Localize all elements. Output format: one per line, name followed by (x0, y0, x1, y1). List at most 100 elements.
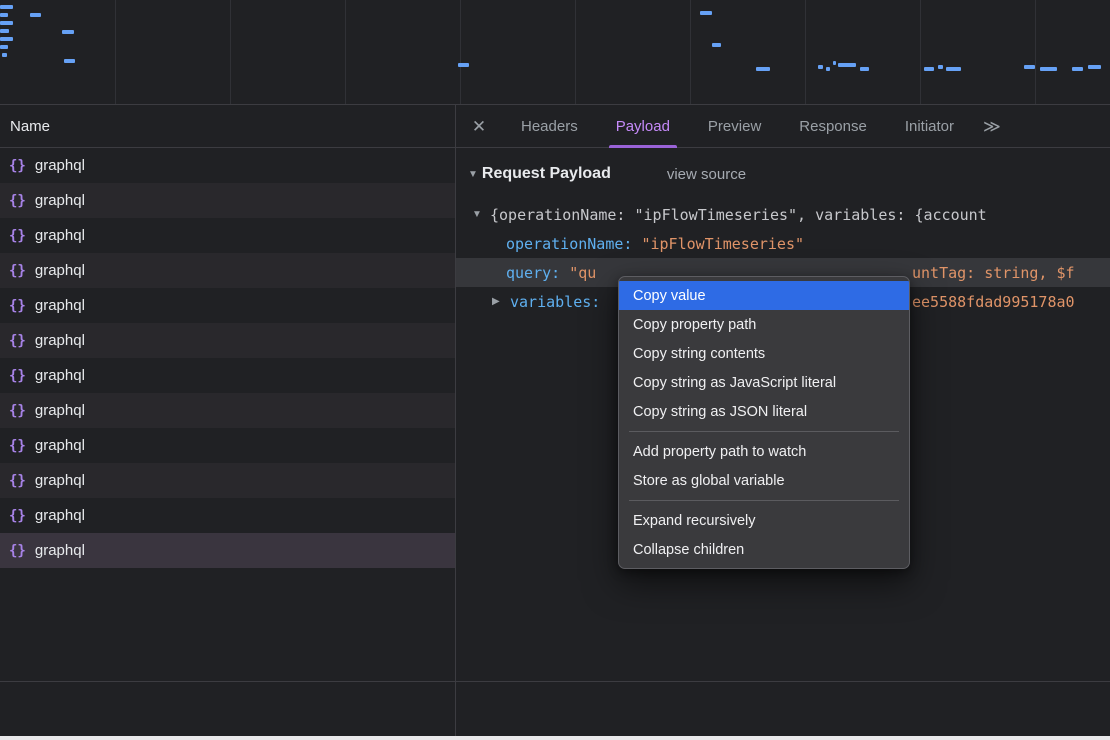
view-source-link[interactable]: view source (667, 166, 746, 183)
request-timing-bar (0, 45, 8, 49)
property-key: query: (506, 264, 560, 282)
request-timing-bar (946, 67, 961, 71)
json-braces-icon: {} (9, 228, 26, 244)
request-name-label: graphql (35, 402, 85, 419)
timeline-gridline (230, 0, 231, 104)
network-request-row[interactable]: {} graphql (0, 183, 455, 218)
network-request-row[interactable]: {} graphql (0, 533, 455, 568)
network-request-row[interactable]: {} graphql (0, 358, 455, 393)
property-key: variables: (510, 293, 600, 311)
request-timing-bar (700, 11, 712, 15)
menu-separator (629, 500, 899, 501)
timeline-gridline (575, 0, 576, 104)
devtools-network-panel: Name ✕ HeadersPayloadPreviewResponseInit… (0, 0, 1110, 740)
request-name-label: graphql (35, 542, 85, 559)
window-bottom-edge (0, 736, 1110, 740)
footer-area (0, 682, 1110, 736)
json-braces-icon: {} (9, 263, 26, 279)
menu-item-store-as-global-variable[interactable]: Store as global variable (619, 466, 909, 495)
json-braces-icon: {} (9, 473, 26, 489)
request-timing-bar (0, 37, 13, 41)
tab-items: HeadersPayloadPreviewResponseInitiator (502, 105, 973, 148)
tab-initiator[interactable]: Initiator (886, 105, 973, 148)
request-timing-bar (1040, 67, 1057, 71)
request-name-label: graphql (35, 227, 85, 244)
json-braces-icon: {} (9, 543, 26, 559)
menu-item-copy-string-as-json-literal[interactable]: Copy string as JSON literal (619, 397, 909, 426)
timeline-gridline (345, 0, 346, 104)
request-name-label: graphql (35, 437, 85, 454)
request-name-label: graphql (35, 157, 85, 174)
spacer (560, 264, 569, 282)
request-timing-bar (64, 59, 75, 63)
request-name-label: graphql (35, 262, 85, 279)
menu-item-copy-string-contents[interactable]: Copy string contents (619, 339, 909, 368)
network-request-row[interactable]: {} graphql (0, 148, 455, 183)
menu-item-copy-string-as-javascript-literal[interactable]: Copy string as JavaScript literal (619, 368, 909, 397)
menu-item-add-property-path-to-watch[interactable]: Add property path to watch (619, 437, 909, 466)
request-timing-bar (0, 29, 9, 33)
tab-headers[interactable]: Headers (502, 105, 597, 148)
detail-tab-bar: ✕ HeadersPayloadPreviewResponseInitiator… (456, 105, 1110, 148)
context-menu: Copy valueCopy property pathCopy string … (618, 276, 910, 569)
property-value-fragment: untTag: string, $f (912, 258, 1075, 287)
request-timing-bar (938, 65, 943, 69)
network-request-row[interactable]: {} graphql (0, 463, 455, 498)
expander-icon[interactable]: ▼ (472, 209, 484, 220)
property-value: "ipFlowTimeseries" (641, 235, 804, 253)
request-timing-bar (0, 5, 13, 9)
more-tabs-button[interactable]: ≫ (973, 105, 1011, 148)
json-braces-icon: {} (9, 298, 26, 314)
request-timing-bar (860, 67, 869, 71)
chevron-overflow-icon: ≫ (983, 117, 1001, 137)
timeline-gridline (920, 0, 921, 104)
request-timing-bar (0, 21, 13, 25)
expander-icon: ▼ (468, 169, 478, 180)
name-column-header[interactable]: Name (10, 105, 50, 148)
json-braces-icon: {} (9, 508, 26, 524)
request-timing-bar (756, 67, 770, 71)
menu-item-copy-property-path[interactable]: Copy property path (619, 310, 909, 339)
network-request-row[interactable]: {}graphql (0, 323, 455, 358)
request-name-label: graphql (35, 332, 85, 349)
request-name-label: graphql (35, 367, 85, 384)
property-key: operationName: (506, 235, 632, 253)
object-summary: {operationName: "ipFlowTimeseries", vari… (490, 206, 987, 224)
tree-row-operationname[interactable]: operationName: "ipFlowTimeseries" (456, 229, 1110, 258)
json-braces-icon: {} (9, 368, 26, 384)
tab-payload[interactable]: Payload (597, 105, 689, 148)
panel-split-divider[interactable] (455, 105, 456, 736)
request-timing-bar (0, 13, 8, 17)
json-braces-icon: {} (9, 438, 26, 454)
request-timing-bar (826, 67, 830, 71)
network-overview-timeline[interactable] (0, 0, 1110, 105)
menu-item-copy-value[interactable]: Copy value (619, 281, 909, 310)
json-braces-icon: {} (9, 158, 26, 174)
menu-item-collapse-children[interactable]: Collapse children (619, 535, 909, 564)
network-request-row[interactable]: {} graphql (0, 253, 455, 288)
menu-item-expand-recursively[interactable]: Expand recursively (619, 506, 909, 535)
request-name-label: graphql (35, 472, 85, 489)
tree-root-row[interactable]: ▼ {operationName: "ipFlowTimeseries", va… (456, 200, 1110, 229)
json-braces-icon: {} (9, 403, 26, 419)
tab-response[interactable]: Response (780, 105, 886, 148)
request-timing-bar (838, 63, 856, 67)
property-value: "qu (569, 264, 596, 282)
expander-icon[interactable]: ▶ (492, 296, 504, 307)
close-detail-button[interactable]: ✕ (456, 105, 502, 148)
request-timing-bar (818, 65, 823, 69)
request-name-label: graphql (35, 192, 85, 209)
request-timing-bar (712, 43, 721, 47)
request-payload-section-header[interactable]: ▼ Request Payload view source (468, 165, 746, 183)
timeline-gridline (690, 0, 691, 104)
request-name-label: graphql (35, 507, 85, 524)
network-request-row[interactable]: {}graphql (0, 288, 455, 323)
network-request-row[interactable]: {} graphql (0, 393, 455, 428)
tab-preview[interactable]: Preview (689, 105, 780, 148)
timeline-gridline (805, 0, 806, 104)
json-braces-icon: {} (9, 193, 26, 209)
network-request-row[interactable]: {} graphql (0, 498, 455, 533)
request-timing-bar (1088, 65, 1101, 69)
network-request-row[interactable]: {} graphql (0, 428, 455, 463)
network-request-row[interactable]: {} graphql (0, 218, 455, 253)
